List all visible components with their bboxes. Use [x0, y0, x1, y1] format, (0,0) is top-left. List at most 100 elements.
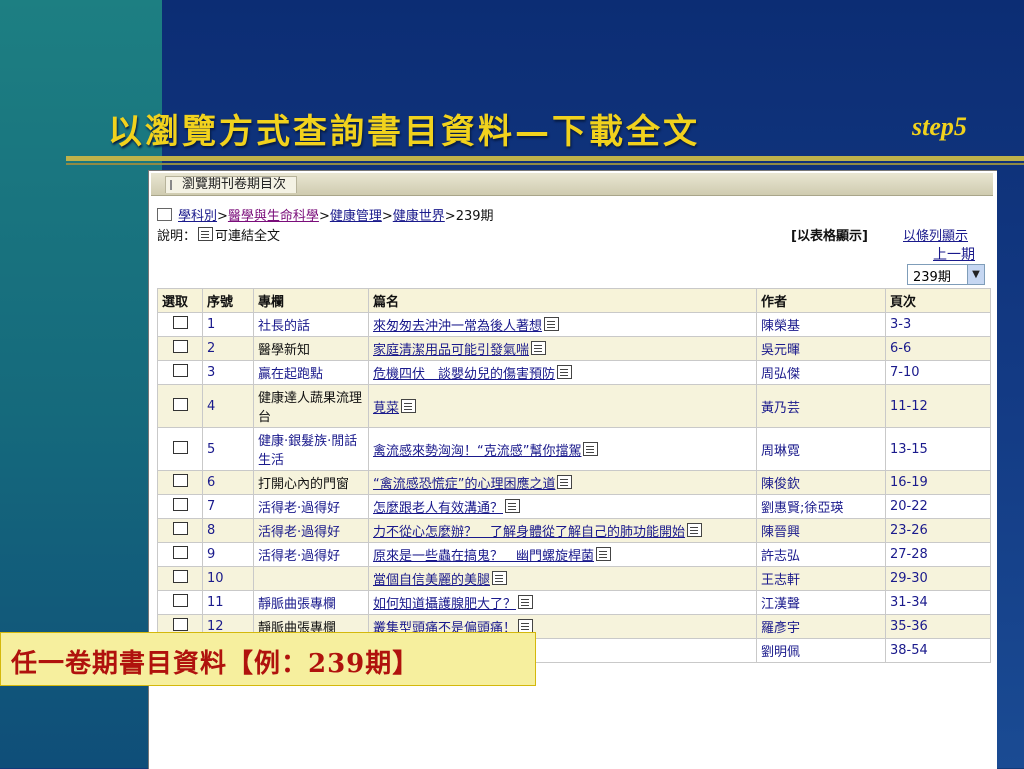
row-checkbox-cell [157, 590, 203, 615]
row-title-cell: 危機四伏 談嬰幼兒的傷害預防 [368, 360, 757, 385]
row-seq: 5 [202, 427, 254, 471]
fulltext-icon[interactable] [518, 595, 534, 609]
row-column [253, 566, 369, 591]
row-column: 社長的話 [253, 312, 369, 337]
row-pages: 7-10 [885, 360, 991, 385]
row-checkbox[interactable] [172, 364, 188, 377]
fulltext-icon[interactable] [557, 365, 573, 379]
breadcrumb-issue: 239期 [455, 209, 494, 224]
issue-select[interactable]: 239期 ▼ [907, 264, 985, 285]
row-title-link[interactable]: 怎麼跟老人有效溝通？ [373, 501, 503, 516]
row-checkbox-cell [157, 336, 203, 361]
fulltext-icon[interactable] [583, 441, 599, 456]
row-title-cell: 禽流感來勢洶洶！“克流感”幫你擋駕 [368, 427, 757, 471]
row-column: 打開心內的門窗 [253, 470, 369, 495]
row-column: 健康達人蔬果流理台 [253, 384, 369, 428]
row-pages: 20-22 [885, 494, 991, 519]
row-author: 劉惠賢;徐亞瑛 [756, 494, 886, 519]
row-author: 周弘傑 [756, 360, 886, 385]
fulltext-icon[interactable] [687, 523, 703, 537]
row-title-link[interactable]: “禽流感恐慌症”的心理困應之道 [373, 477, 555, 492]
row-title-link[interactable]: 當個自信美麗的美腿 [373, 573, 490, 588]
row-column: 靜脈曲張專欄 [253, 590, 369, 615]
fulltext-icon[interactable] [492, 571, 508, 585]
row-checkbox[interactable] [172, 498, 188, 511]
table-row: 2 醫學新知 家庭清潔用品可能引發氣喘 吳元暉 6-6 [157, 336, 991, 361]
row-title-cell: 怎麼跟老人有效溝通？ [368, 494, 757, 519]
fulltext-icon[interactable] [518, 619, 534, 633]
row-seq: 4 [202, 384, 254, 428]
row-column: 活得老‧過得好 [253, 494, 369, 519]
row-title-link[interactable]: 力不從心怎麼辦？ 了解身體從了解自己的肺功能開始 [373, 525, 685, 540]
row-author: 吳元暉 [756, 336, 886, 361]
row-column: 健康‧銀髮族‧閒話生活 [253, 427, 369, 471]
row-seq: 6 [202, 470, 254, 495]
row-checkbox-cell [157, 566, 203, 591]
row-checkbox[interactable] [172, 340, 188, 353]
row-title-link[interactable]: 家庭清潔用品可能引發氣喘 [373, 343, 529, 358]
header-select: 選取 [157, 288, 203, 313]
tab-browse-issue[interactable]: 瀏覽期刊卷期目次 [165, 176, 298, 193]
row-column: 活得老‧過得好 [253, 542, 369, 567]
row-checkbox[interactable] [172, 316, 188, 329]
row-column: 醫學新知 [253, 336, 369, 361]
breadcrumb-subject[interactable]: 學科別 [178, 209, 217, 224]
row-title-link[interactable]: 原來是一些蟲在搞鬼？ 幽門螺旋桿菌 [373, 549, 594, 564]
fulltext-icon[interactable] [505, 499, 521, 513]
row-checkbox[interactable] [172, 570, 188, 583]
table-row: 11 靜脈曲張專欄 如何知道攝護腺肥大了？ 江漢聲 31-34 [157, 590, 991, 615]
row-seq: 3 [202, 360, 254, 385]
callout-text: 任一卷期書目資料【例：239期】 [11, 649, 420, 679]
view-list-link[interactable]: 以條列顯示 [903, 225, 968, 244]
row-title-cell: 原來是一些蟲在搞鬼？ 幽門螺旋桿菌 [368, 542, 757, 567]
row-title-link[interactable]: 禽流感來勢洶洶！“克流感”幫你擋駕 [373, 444, 581, 459]
row-seq: 10 [202, 566, 254, 591]
row-title-link[interactable]: 莧菜 [373, 401, 399, 416]
table-row: 8 活得老‧過得好 力不從心怎麼辦？ 了解身體從了解自己的肺功能開始 陳晉興 23-26 [157, 518, 991, 543]
row-seq: 9 [202, 542, 254, 567]
row-checkbox[interactable] [172, 440, 188, 454]
row-checkbox-cell [157, 427, 203, 471]
row-checkbox[interactable] [172, 522, 188, 535]
row-checkbox[interactable] [172, 397, 188, 411]
row-seq: 8 [202, 518, 254, 543]
edit-icon [157, 208, 172, 221]
row-checkbox-cell [157, 470, 203, 495]
fulltext-icon[interactable] [531, 341, 547, 355]
row-title-cell: 家庭清潔用品可能引發氣喘 [368, 336, 757, 361]
breadcrumb-health-management[interactable]: 健康管理 [330, 209, 382, 224]
row-checkbox[interactable] [172, 474, 188, 487]
row-author: 羅彥宇 [756, 614, 886, 639]
row-pages: 16-19 [885, 470, 991, 495]
row-checkbox[interactable] [172, 594, 188, 607]
row-title-link[interactable]: 如何知道攝護腺肥大了？ [373, 597, 516, 612]
row-title-cell: 當個自信美麗的美腿 [368, 566, 757, 591]
row-title-link[interactable]: 來匆匆去沖沖一常為後人著想 [373, 319, 542, 334]
row-checkbox[interactable] [172, 546, 188, 559]
row-pages: 6-6 [885, 336, 991, 361]
row-seq: 11 [202, 590, 254, 615]
breadcrumb-medicine[interactable]: 醫學與生命科學 [228, 209, 319, 224]
row-seq: 1 [202, 312, 254, 337]
row-author: 劉明佩 [756, 638, 886, 663]
row-pages: 3-3 [885, 312, 991, 337]
fulltext-icon[interactable] [401, 398, 417, 413]
row-author: 江漢聲 [756, 590, 886, 615]
fulltext-icon[interactable] [557, 475, 573, 489]
chevron-down-icon[interactable]: ▼ [967, 265, 984, 284]
step-label: step5 [912, 112, 967, 141]
header-title: 篇名 [368, 288, 757, 313]
row-checkbox[interactable] [172, 618, 188, 631]
previous-issue-link[interactable]: 上一期 [933, 244, 975, 264]
fulltext-icon[interactable] [544, 317, 560, 331]
issue-select-value: 239期 [913, 270, 951, 285]
fulltext-icon[interactable] [596, 547, 612, 561]
row-pages: 27-28 [885, 542, 991, 567]
row-column: 贏在起跑點 [253, 360, 369, 385]
row-title-cell: 如何知道攝護腺肥大了？ [368, 590, 757, 615]
breadcrumb-journal[interactable]: 健康世界 [393, 209, 445, 224]
row-title-link[interactable]: 危機四伏 談嬰幼兒的傷害預防 [373, 367, 555, 382]
legend-prefix: 說明： [157, 229, 197, 244]
row-pages: 29-30 [885, 566, 991, 591]
divider-line-thin [66, 163, 1024, 165]
